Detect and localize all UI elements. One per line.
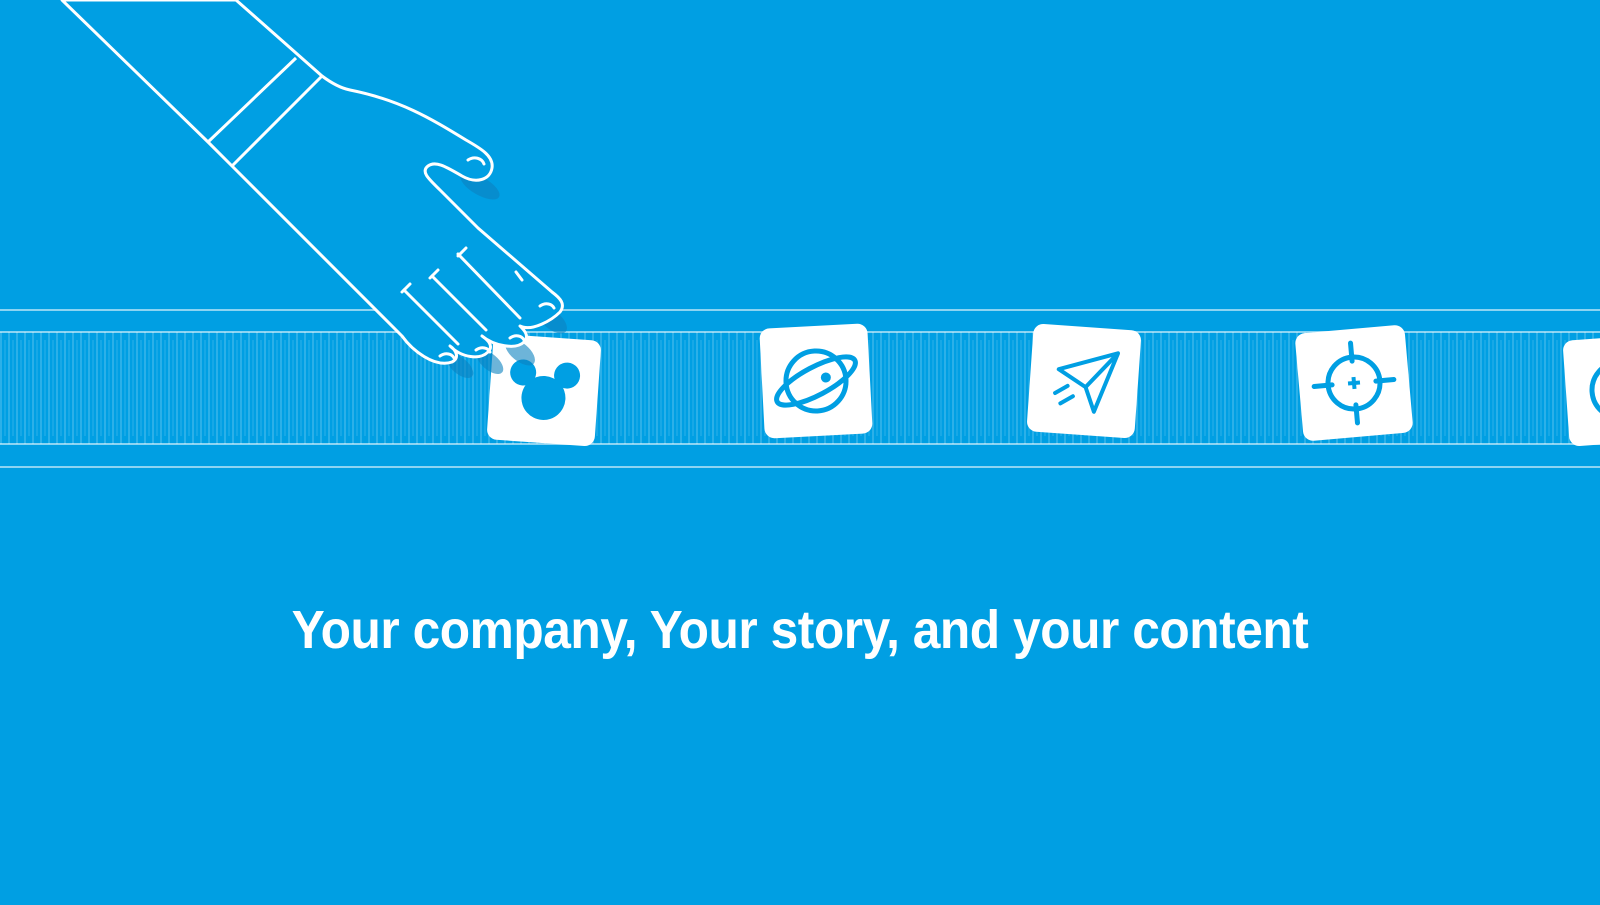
tile-planet	[759, 323, 873, 439]
headline: Your company, Your story, and your conte…	[291, 600, 1309, 660]
hero-illustration	[0, 0, 1600, 468]
tile-paper-plane	[1027, 324, 1141, 438]
tile-crosshair	[1295, 325, 1413, 441]
tile-mouse-ears	[487, 334, 601, 446]
hand-pointing-illustration	[60, 0, 567, 378]
hero-scene: Your company, Your story, and your conte…	[0, 0, 1600, 900]
